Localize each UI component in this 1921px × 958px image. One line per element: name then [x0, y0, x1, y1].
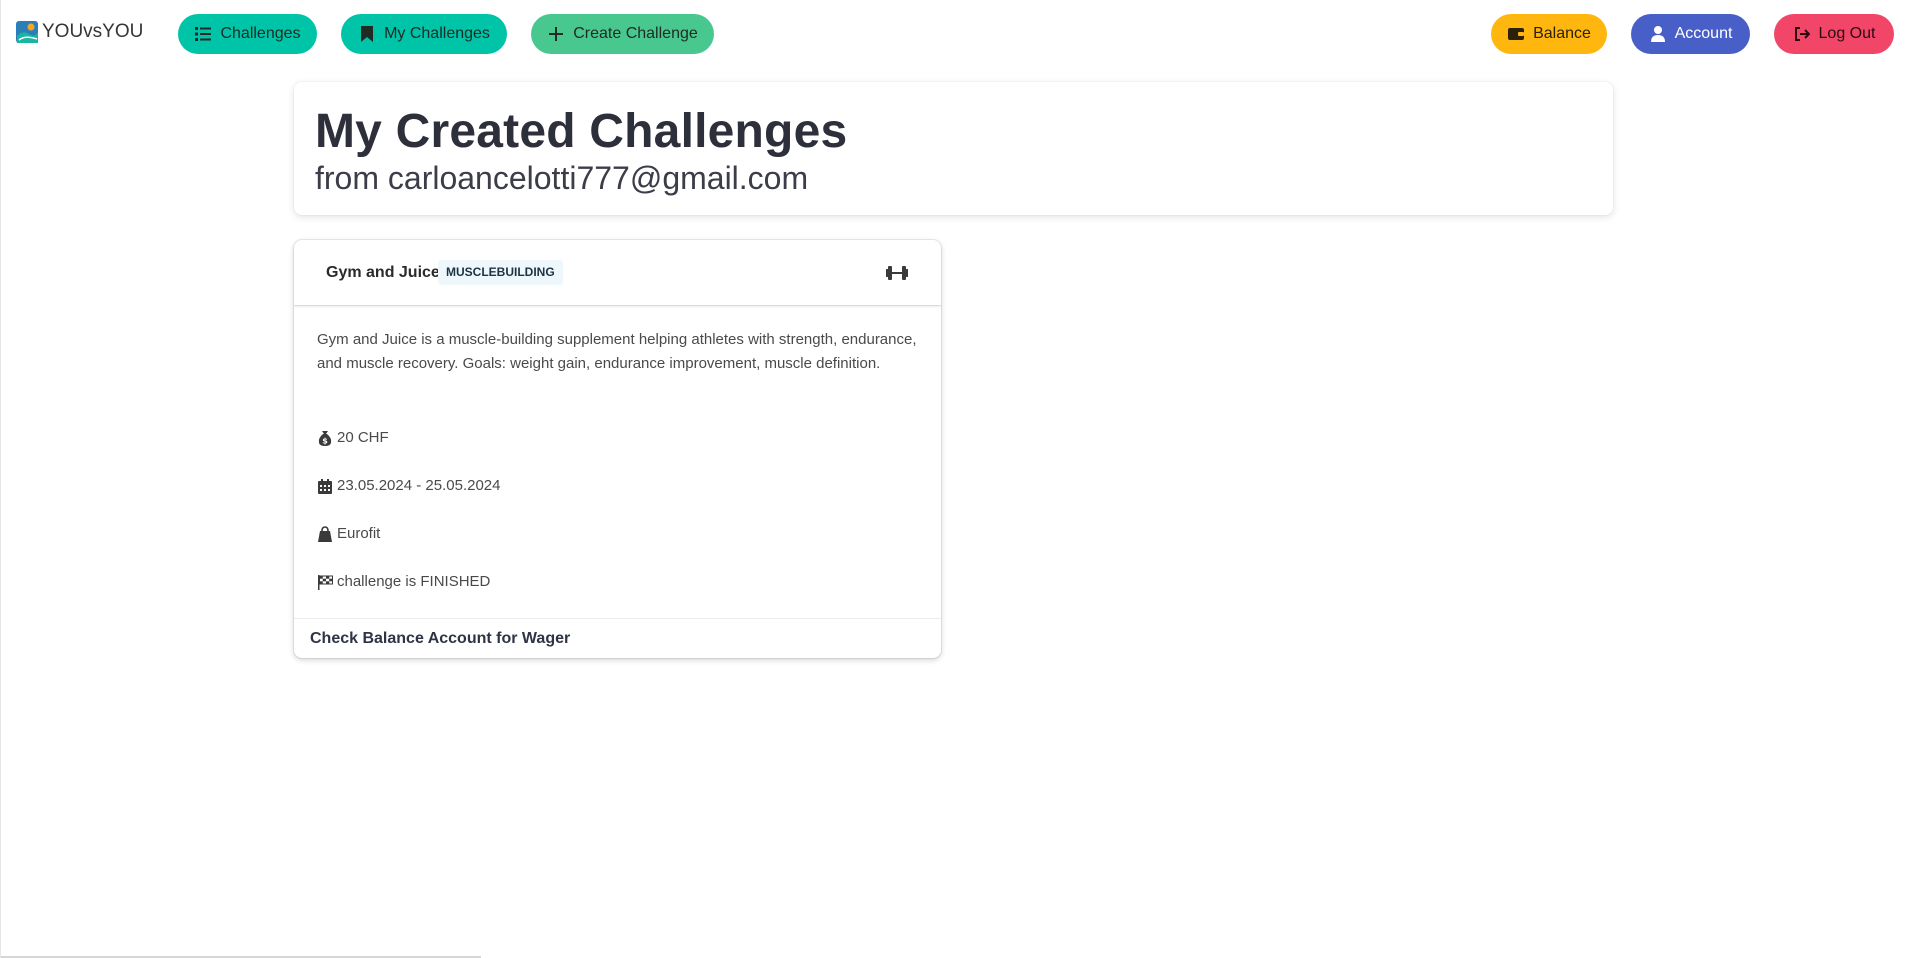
status-value: challenge is FINISHED [337, 573, 491, 590]
svg-text:$: $ [322, 437, 328, 446]
plus-icon [547, 25, 565, 43]
user-icon [1649, 25, 1667, 43]
challenges-label: Challenges [220, 25, 301, 42]
challenge-description: Gym and Juice is a muscle-building suppl… [317, 331, 917, 372]
logout-button[interactable]: Log Out [1774, 14, 1894, 54]
wallet-icon [1507, 25, 1525, 43]
wager-value: 20 CHF [337, 429, 389, 446]
calendar-icon [317, 478, 333, 494]
bookmark-icon [358, 25, 376, 43]
challenges-button[interactable]: Challenges [178, 14, 317, 54]
sponsor-value: Eurofit [337, 525, 381, 542]
account-label: Account [1674, 25, 1733, 42]
sponsor-row: Eurofit [317, 522, 380, 546]
navbar: YOUvsYOU Challenges My Challenges Create… [1, 0, 1921, 68]
create-challenge-label: Create Challenge [573, 25, 698, 42]
page-header-box: My Created Challenges from carloancelott… [294, 82, 1613, 215]
create-challenge-button[interactable]: Create Challenge [531, 14, 714, 54]
dates-value: 23.05.2024 - 25.05.2024 [337, 477, 501, 494]
dates-row: 23.05.2024 - 25.05.2024 [317, 474, 500, 498]
page-title: My Created Challenges [315, 105, 848, 158]
brand-logo-icon [15, 20, 39, 44]
list-icon [194, 25, 212, 43]
status-row: challenge is FINISHED [317, 570, 490, 594]
shopping-bag-icon [317, 526, 333, 542]
balance-button[interactable]: Balance [1491, 14, 1607, 54]
brand[interactable]: YOUvsYOU [15, 20, 143, 44]
balance-label: Balance [1533, 25, 1591, 42]
card-footer-text: Check Balance Account for Wager [310, 630, 571, 647]
wager-row: $ 20 CHF [317, 426, 389, 450]
page-subtitle: from carloancelotti777@gmail.com [315, 160, 809, 196]
card-header: Gym and Juice MUSCLEBUILDING [294, 240, 941, 306]
challenge-title: Gym and Juice [326, 264, 440, 281]
checkered-flag-icon [317, 574, 333, 590]
money-bag-icon: $ [317, 430, 333, 446]
logout-label: Log Out [1818, 25, 1876, 42]
account-button[interactable]: Account [1631, 14, 1750, 54]
dumbbell-icon[interactable] [886, 263, 908, 283]
my-challenges-label: My Challenges [384, 25, 490, 42]
brand-name: YOUvsYOU [42, 21, 144, 42]
category-tag: MUSCLEBUILDING [438, 260, 563, 285]
my-challenges-button[interactable]: My Challenges [341, 14, 507, 54]
card-footer: Check Balance Account for Wager [294, 618, 941, 658]
sign-out-icon [1793, 25, 1811, 43]
card-content: Gym and Juice is a muscle-building suppl… [317, 328, 917, 590]
challenge-card: Gym and Juice MUSCLEBUILDING Gym and Jui… [294, 240, 941, 658]
